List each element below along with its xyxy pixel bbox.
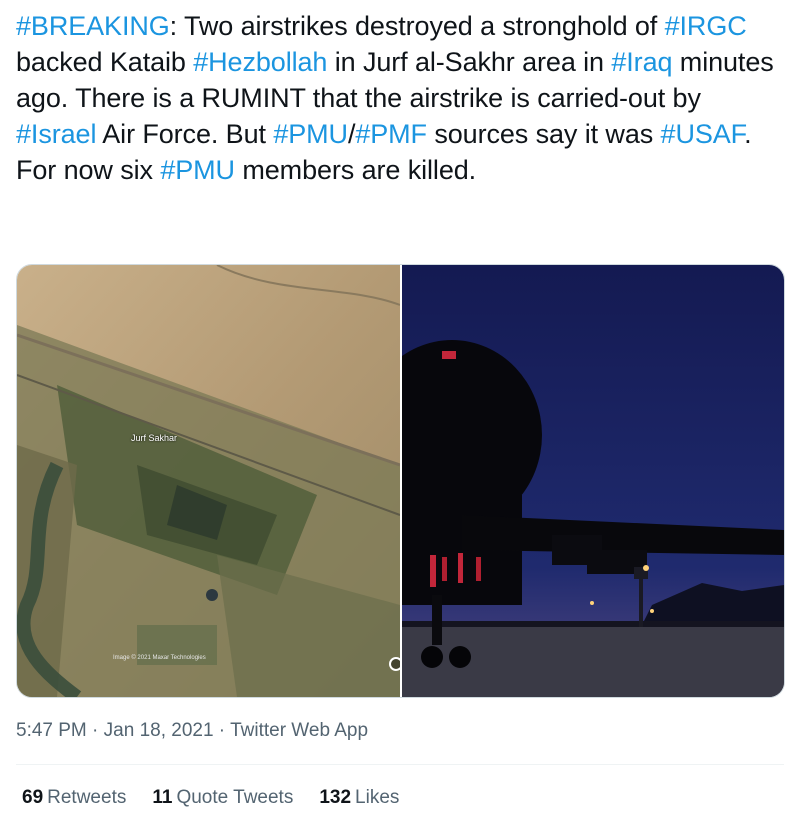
retweets-count: 69: [22, 787, 44, 808]
hashtag-link[interactable]: #PMU: [160, 155, 235, 185]
retweets-stat[interactable]: 69 Retweets: [22, 787, 126, 809]
likes-stat[interactable]: 132 Likes: [319, 787, 399, 809]
likes-count: 132: [319, 787, 352, 808]
hashtag-link[interactable]: #PMF: [355, 119, 427, 149]
tweet-text-segment: Air Force. But: [96, 119, 274, 149]
hashtag-link[interactable]: #Hezbollah: [193, 47, 327, 77]
divider: [16, 764, 784, 765]
quote-tweets-label: Quote Tweets: [176, 787, 294, 808]
satellite-image[interactable]: Jurf Sakhar Image © 2021 Maxar Technolog…: [17, 265, 400, 697]
tweet-meta: 5:47 PM · Jan 18, 2021 · Twitter Web App: [16, 720, 368, 742]
hashtag-link[interactable]: #USAF: [661, 119, 745, 149]
media-grid: Jurf Sakhar Image © 2021 Maxar Technolog…: [16, 264, 785, 698]
tweet-source-app[interactable]: Twitter Web App: [230, 720, 368, 741]
hashtag-link[interactable]: #Iraq: [611, 47, 672, 77]
tweet-date[interactable]: Jan 18, 2021: [104, 720, 214, 741]
tweet-text-segment: sources say it was: [426, 119, 661, 149]
likes-label: Likes: [355, 787, 400, 808]
tweet-text-segment: in Jurf al-Sakhr area in: [327, 47, 612, 77]
quote-tweets-stat[interactable]: 11 Quote Tweets: [152, 787, 293, 809]
satellite-image-graphic: [17, 265, 400, 697]
meta-separator: ·: [213, 720, 231, 741]
map-copyright: Image © 2021 Maxar Technologies: [113, 655, 206, 661]
hashtag-link[interactable]: #Israel: [16, 119, 96, 149]
hashtag-link[interactable]: #PMU: [273, 119, 348, 149]
map-place-label: Jurf Sakhar: [131, 433, 178, 443]
meta-separator: ·: [86, 720, 104, 741]
tweet-time[interactable]: 5:47 PM: [16, 720, 87, 741]
tweet-text: #BREAKING: Two airstrikes destroyed a st…: [16, 8, 786, 188]
carousel-nav-icon[interactable]: [389, 657, 400, 671]
tweet-text-segment: members are killed.: [234, 155, 477, 185]
tweet-text-segment: : Two airstrikes destroyed a stronghold …: [169, 11, 665, 41]
drone-photo-graphic: [402, 265, 784, 697]
quote-tweets-count: 11: [152, 787, 173, 808]
retweets-label: Retweets: [47, 787, 127, 808]
tweet-stats: 69 Retweets 11 Quote Tweets 132 Likes: [22, 787, 399, 809]
hashtag-link[interactable]: #BREAKING: [16, 11, 170, 41]
tweet-text-segment: backed Kataib: [16, 47, 194, 77]
hashtag-link[interactable]: #IRGC: [665, 11, 747, 41]
drone-photo[interactable]: [402, 265, 784, 697]
